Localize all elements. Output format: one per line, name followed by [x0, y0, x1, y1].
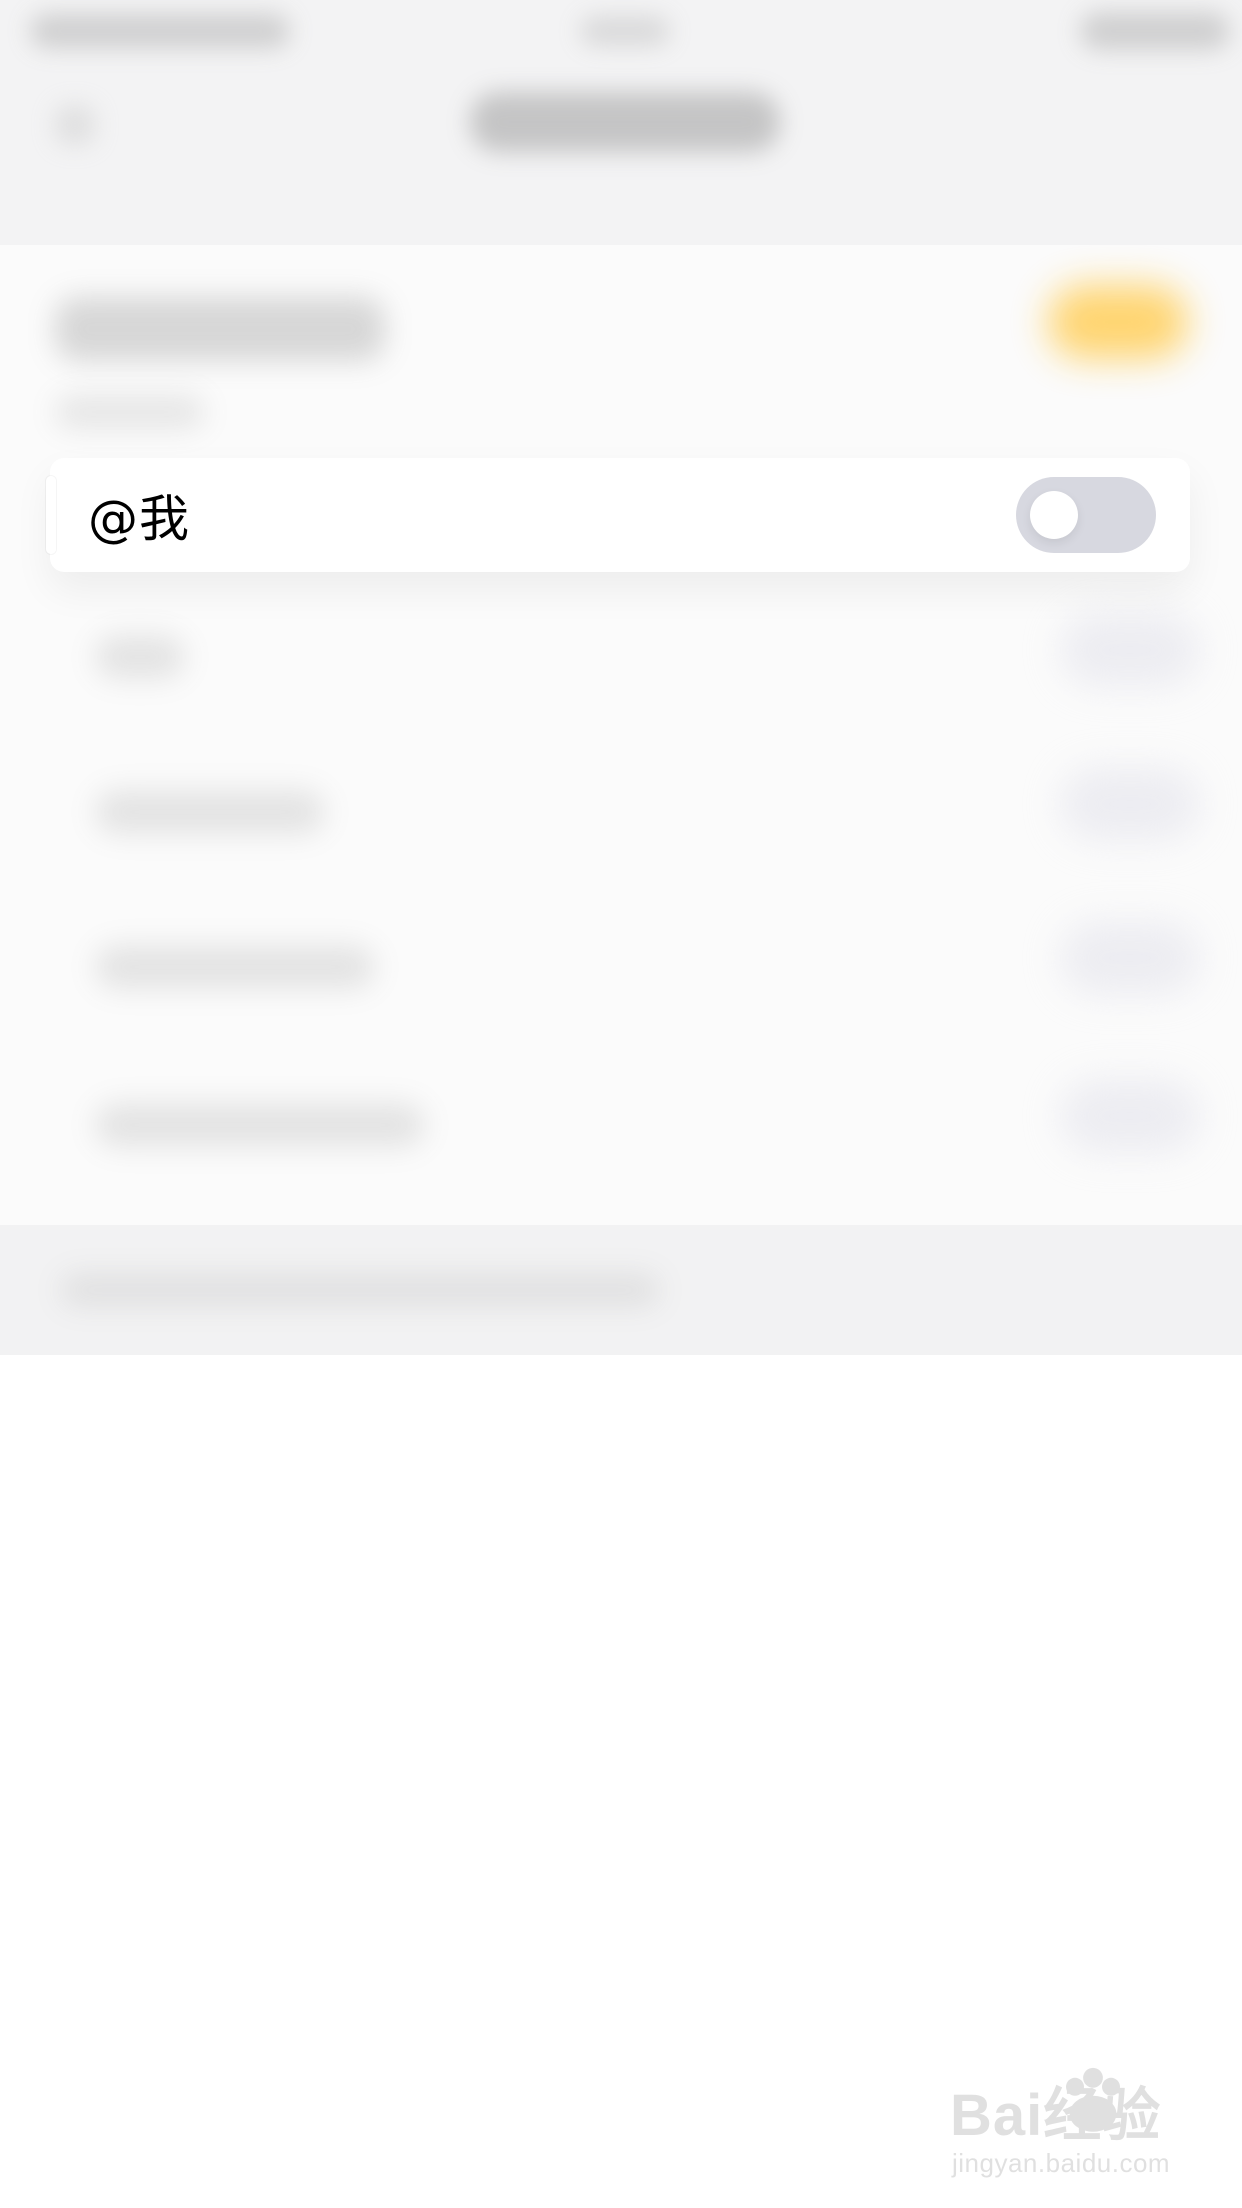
- footer-note-blur: [60, 1273, 660, 1307]
- app-screen: @我 Bai经验 jingyan.baidu.com: [0, 0, 1242, 2208]
- status-bar-center-blur: [580, 16, 670, 46]
- toggle-knob: [1030, 491, 1078, 539]
- setting-row-title-blur: [55, 297, 385, 361]
- watermark-sub: jingyan.baidu.com: [952, 2148, 1171, 2178]
- back-icon[interactable]: [55, 105, 95, 145]
- setting-row-subtitle-blur: [55, 395, 205, 429]
- page-title-blur: [470, 92, 780, 152]
- blurred-settings-content: [0, 245, 1242, 1225]
- blurred-footer-note: [0, 1225, 1242, 1355]
- blurred-header: [0, 0, 1242, 245]
- mention-me-toggle[interactable]: [1016, 477, 1156, 553]
- setting-label-mention-me: @我: [88, 490, 190, 548]
- watermark: Bai经验 jingyan.baidu.com: [950, 2067, 1210, 2190]
- toggle-blur-3[interactable]: [1060, 921, 1200, 995]
- master-toggle-blur[interactable]: [1048, 285, 1188, 359]
- watermark-main: Bai经验: [950, 2083, 1162, 2148]
- status-bar-left-blur: [30, 14, 290, 48]
- toggle-blur-2[interactable]: [1060, 767, 1200, 841]
- setting-row-mention-me[interactable]: @我: [46, 458, 1190, 572]
- status-bar-right-blur: [1080, 12, 1230, 50]
- setting-row-blur-2: [95, 790, 325, 834]
- toggle-blur-1[interactable]: [1060, 613, 1200, 687]
- setting-row-blur-3: [95, 945, 375, 989]
- setting-row-blur-1: [95, 635, 185, 679]
- setting-row-blur-4: [95, 1103, 425, 1147]
- toggle-blur-4[interactable]: [1060, 1079, 1200, 1153]
